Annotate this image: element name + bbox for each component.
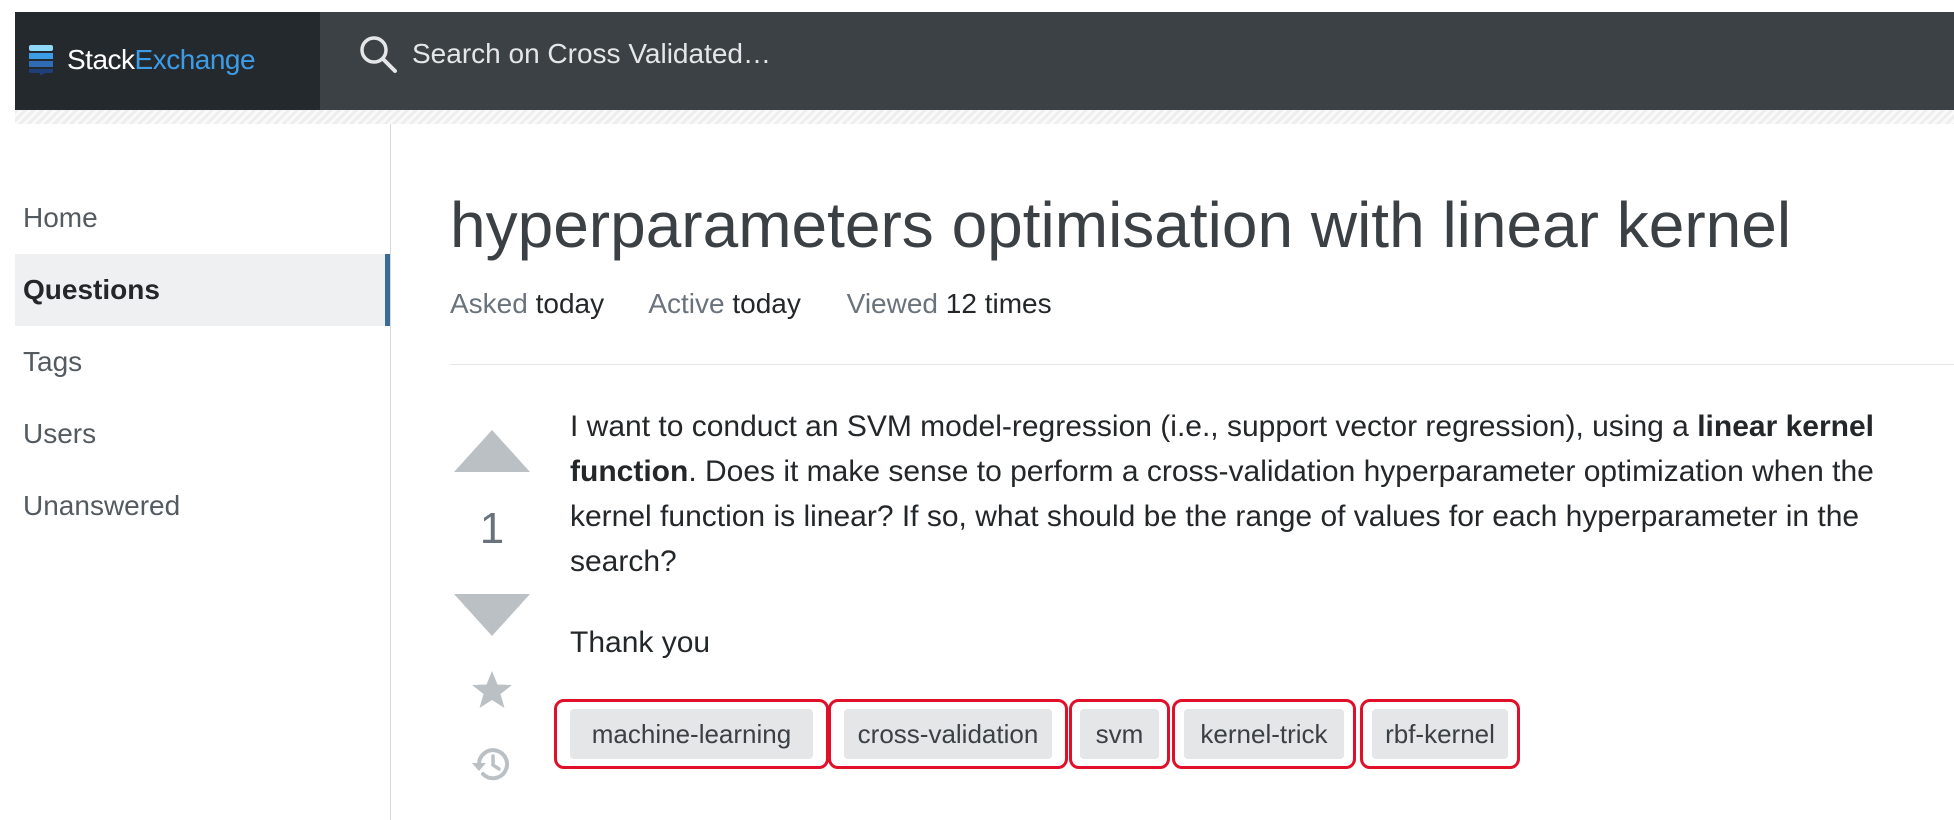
stackexchange-logo-icon — [29, 45, 53, 75]
body-text-start: I want to conduct an SVM model-regressio… — [570, 410, 1698, 443]
active-value[interactable]: today — [732, 288, 801, 319]
star-icon[interactable] — [470, 668, 514, 712]
logo-text-exchange: Exchange — [134, 44, 256, 75]
search-input[interactable]: Search on Cross Validated… — [322, 17, 1954, 91]
header-divider — [450, 364, 1954, 365]
sidebar-item-label: Tags — [23, 346, 83, 377]
tag-cross-validation[interactable]: cross-validation — [844, 709, 1052, 759]
sidebar-item-label: Unanswered — [23, 490, 181, 521]
sidebar-item-label: Users — [23, 418, 97, 449]
sidebar-item-label: Home — [23, 202, 98, 233]
question-body: I want to conduct an SVM model-regressio… — [570, 404, 1930, 665]
sidebar-item-unanswered[interactable]: Unanswered — [15, 470, 390, 542]
question-meta: Asked today Active today Viewed 12 times — [450, 288, 1090, 320]
body-paragraph-2: Thank you — [570, 626, 711, 659]
body-paragraph-1: I want to conduct an SVM model-regressio… — [570, 404, 1930, 584]
sidebar-item-questions[interactable]: Questions — [15, 254, 390, 326]
stackexchange-logo[interactable]: StackExchange — [27, 44, 256, 76]
body-text-end: . Does it make sense to perform a cross-… — [570, 455, 1874, 578]
active-label: Active — [648, 288, 725, 319]
arrow-down-icon[interactable] — [454, 594, 530, 636]
tag-kernel-trick[interactable]: kernel-trick — [1184, 709, 1344, 759]
vote-count: 1 — [479, 504, 505, 553]
history-icon[interactable] — [470, 742, 514, 786]
sidebar-item-home[interactable]: Home — [15, 182, 390, 254]
left-sidebar: Home Questions Tags Users Unanswered — [15, 124, 391, 820]
viewed-value: 12 times — [945, 288, 1052, 319]
sidebar-item-users[interactable]: Users — [15, 398, 390, 470]
tag-rbf-kernel[interactable]: rbf-kernel — [1372, 709, 1508, 759]
header-stripe — [15, 110, 1954, 124]
search-placeholder: Search on Cross Validated… — [412, 38, 771, 69]
asked-label: Asked — [450, 288, 528, 319]
tag-machine-learning[interactable]: machine-learning — [570, 709, 813, 759]
question-title[interactable]: hyperparameters optimisation with linear… — [450, 188, 1791, 262]
viewed-label: Viewed — [846, 288, 938, 319]
logo-area: StackExchange — [15, 12, 320, 110]
sidebar-item-label: Questions — [23, 274, 160, 305]
search-icon — [360, 36, 397, 73]
arrow-up-icon[interactable] — [454, 430, 530, 472]
sidebar-item-tags[interactable]: Tags — [15, 326, 390, 398]
tag-svm[interactable]: svm — [1080, 709, 1159, 759]
asked-value: today — [535, 288, 605, 319]
top-bar: StackExchange Search on Cross Validated… — [15, 12, 1954, 110]
logo-text-stack: Stack — [67, 44, 135, 75]
